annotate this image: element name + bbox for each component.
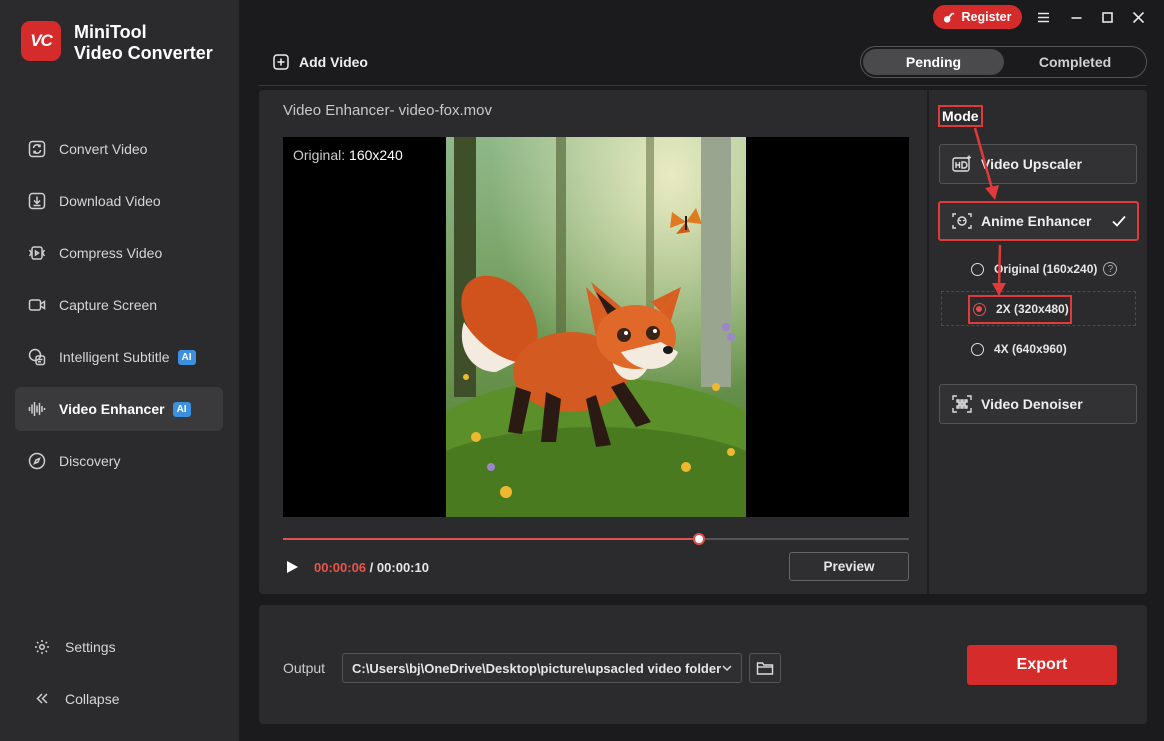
video-preview[interactable]: Original: 160x240 — [283, 137, 909, 517]
subtitle-icon — [27, 347, 47, 367]
camera-icon — [27, 295, 47, 315]
sidebar-item-label: Download Video — [59, 193, 161, 209]
folder-icon — [756, 662, 774, 675]
time-display: 00:00:06 / 00:00:10 — [314, 560, 429, 575]
preview-button[interactable]: Preview — [789, 552, 909, 581]
sidebar-item-intelligent-subtitle[interactable]: Intelligent Subtitle AI — [15, 335, 223, 379]
hamburger-icon — [1037, 12, 1049, 22]
sidebar-item-video-enhancer[interactable]: Video Enhancer AI — [15, 387, 223, 431]
add-video-button[interactable]: Add Video — [273, 54, 368, 70]
gear-icon — [34, 639, 52, 655]
panel-title: Video Enhancer- video-fox.mov — [283, 102, 493, 119]
collapse-button[interactable]: Collapse — [34, 691, 119, 707]
sidebar: VC MiniTool Video Converter Convert Vide… — [0, 0, 239, 741]
collapse-label: Collapse — [65, 691, 120, 707]
close-button[interactable] — [1129, 8, 1147, 26]
app-name-line1: MiniTool — [74, 22, 147, 42]
fox-illustration — [446, 137, 746, 517]
tab-pending[interactable]: Pending — [863, 49, 1004, 75]
check-icon — [1112, 215, 1126, 227]
time-separator: / — [369, 560, 374, 575]
mode-label: Mode — [938, 105, 983, 127]
play-icon[interactable] — [285, 560, 299, 574]
help-icon[interactable]: ? — [1103, 262, 1118, 276]
tab-completed[interactable]: Completed — [1006, 49, 1144, 75]
ai-badge: AI — [172, 401, 191, 417]
output-label: Output — [283, 660, 326, 676]
app-name-line2: Video Converter — [74, 43, 213, 63]
output-bar: Output C:\Users\bj\OneDrive\Desktop\pict… — [259, 605, 1147, 724]
original-resolution: 160x240 — [349, 147, 403, 163]
register-button[interactable]: Register — [933, 5, 1022, 29]
add-video-label: Add Video — [299, 54, 368, 70]
open-folder-button[interactable] — [749, 653, 781, 683]
output-path-select[interactable]: C:\Users\bj\OneDrive\Desktop\picture\ups… — [342, 653, 742, 683]
settings-button[interactable]: Settings — [34, 639, 116, 655]
progress-fill — [283, 538, 700, 540]
enhancer-panel: Video Enhancer- video-fox.mov Original: … — [259, 90, 1147, 594]
progress-slider[interactable] — [283, 533, 909, 545]
sidebar-item-label: Capture Screen — [59, 297, 158, 313]
divider — [259, 85, 1147, 86]
anime-enhancer-label: Anime Enhancer — [981, 213, 1092, 229]
sidebar-item-label: Compress Video — [59, 245, 163, 261]
sidebar-item-convert-video[interactable]: Convert Video — [15, 127, 223, 171]
option-2x[interactable]: 2X (320x480) — [973, 302, 1069, 316]
sidebar-item-discovery[interactable]: Discovery — [15, 439, 223, 483]
radio-button-selected[interactable] — [973, 302, 986, 316]
compress-icon — [27, 243, 47, 263]
anime-icon — [952, 213, 972, 229]
status-tabs: Pending Completed — [860, 46, 1147, 78]
sidebar-item-download-video[interactable]: Download Video — [15, 179, 223, 223]
output-path-value: C:\Users\bj\OneDrive\Desktop\picture\ups… — [352, 660, 722, 676]
video-denoiser-button[interactable]: Video Denoiser — [939, 384, 1137, 424]
original-resolution-label: Original: 160x240 — [293, 147, 403, 163]
plus-square-icon — [273, 54, 289, 70]
option-label: Original (160x240) — [994, 262, 1098, 276]
key-icon — [944, 12, 955, 23]
anime-enhancer-button[interactable]: Anime Enhancer — [938, 201, 1139, 241]
option-4x[interactable]: 4X (640x960) — [971, 342, 1067, 356]
radio-button[interactable] — [971, 342, 984, 356]
maximize-button[interactable] — [1098, 8, 1116, 26]
video-upscaler-label: Video Upscaler — [981, 156, 1082, 172]
ai-badge: AI — [177, 349, 196, 365]
chevron-down-icon — [722, 665, 732, 672]
maximize-icon — [1101, 11, 1113, 23]
sidebar-item-capture-screen[interactable]: Capture Screen — [15, 283, 223, 327]
total-time: 00:00:10 — [376, 560, 429, 575]
option-original[interactable]: Original (160x240) ? — [971, 262, 1118, 276]
menu-button[interactable] — [1034, 8, 1052, 26]
video-denoiser-label: Video Denoiser — [981, 396, 1083, 412]
compass-icon — [27, 451, 47, 471]
sidebar-item-compress-video[interactable]: Compress Video — [15, 231, 223, 275]
denoise-icon — [952, 395, 972, 413]
download-icon — [27, 191, 47, 211]
waveform-icon — [27, 399, 47, 419]
minimize-button[interactable] — [1067, 8, 1085, 26]
app-name: MiniTool Video Converter — [74, 22, 213, 64]
sidebar-item-label: Discovery — [59, 453, 121, 469]
panel-divider — [927, 90, 929, 594]
sidebar-item-label: Convert Video — [59, 141, 148, 157]
option-label: 2X (320x480) — [996, 302, 1069, 316]
sidebar-item-label: Video Enhancer — [59, 401, 165, 417]
video-frame — [446, 137, 746, 517]
progress-handle[interactable] — [693, 533, 706, 545]
app-logo: VC — [21, 21, 61, 61]
convert-icon — [27, 139, 47, 159]
close-icon — [1132, 11, 1144, 23]
hd-icon — [952, 155, 971, 172]
original-prefix: Original: — [293, 147, 346, 163]
radio-button[interactable] — [971, 262, 984, 276]
sidebar-item-label: Intelligent Subtitle — [59, 349, 170, 365]
register-label: Register — [961, 10, 1012, 24]
double-chevron-left-icon — [34, 691, 52, 707]
video-upscaler-button[interactable]: Video Upscaler — [939, 144, 1137, 184]
minimize-icon — [1071, 16, 1081, 19]
export-button[interactable]: Export — [967, 645, 1117, 685]
current-time: 00:00:06 — [314, 560, 367, 575]
option-label: 4X (640x960) — [994, 342, 1067, 356]
settings-label: Settings — [65, 639, 116, 655]
